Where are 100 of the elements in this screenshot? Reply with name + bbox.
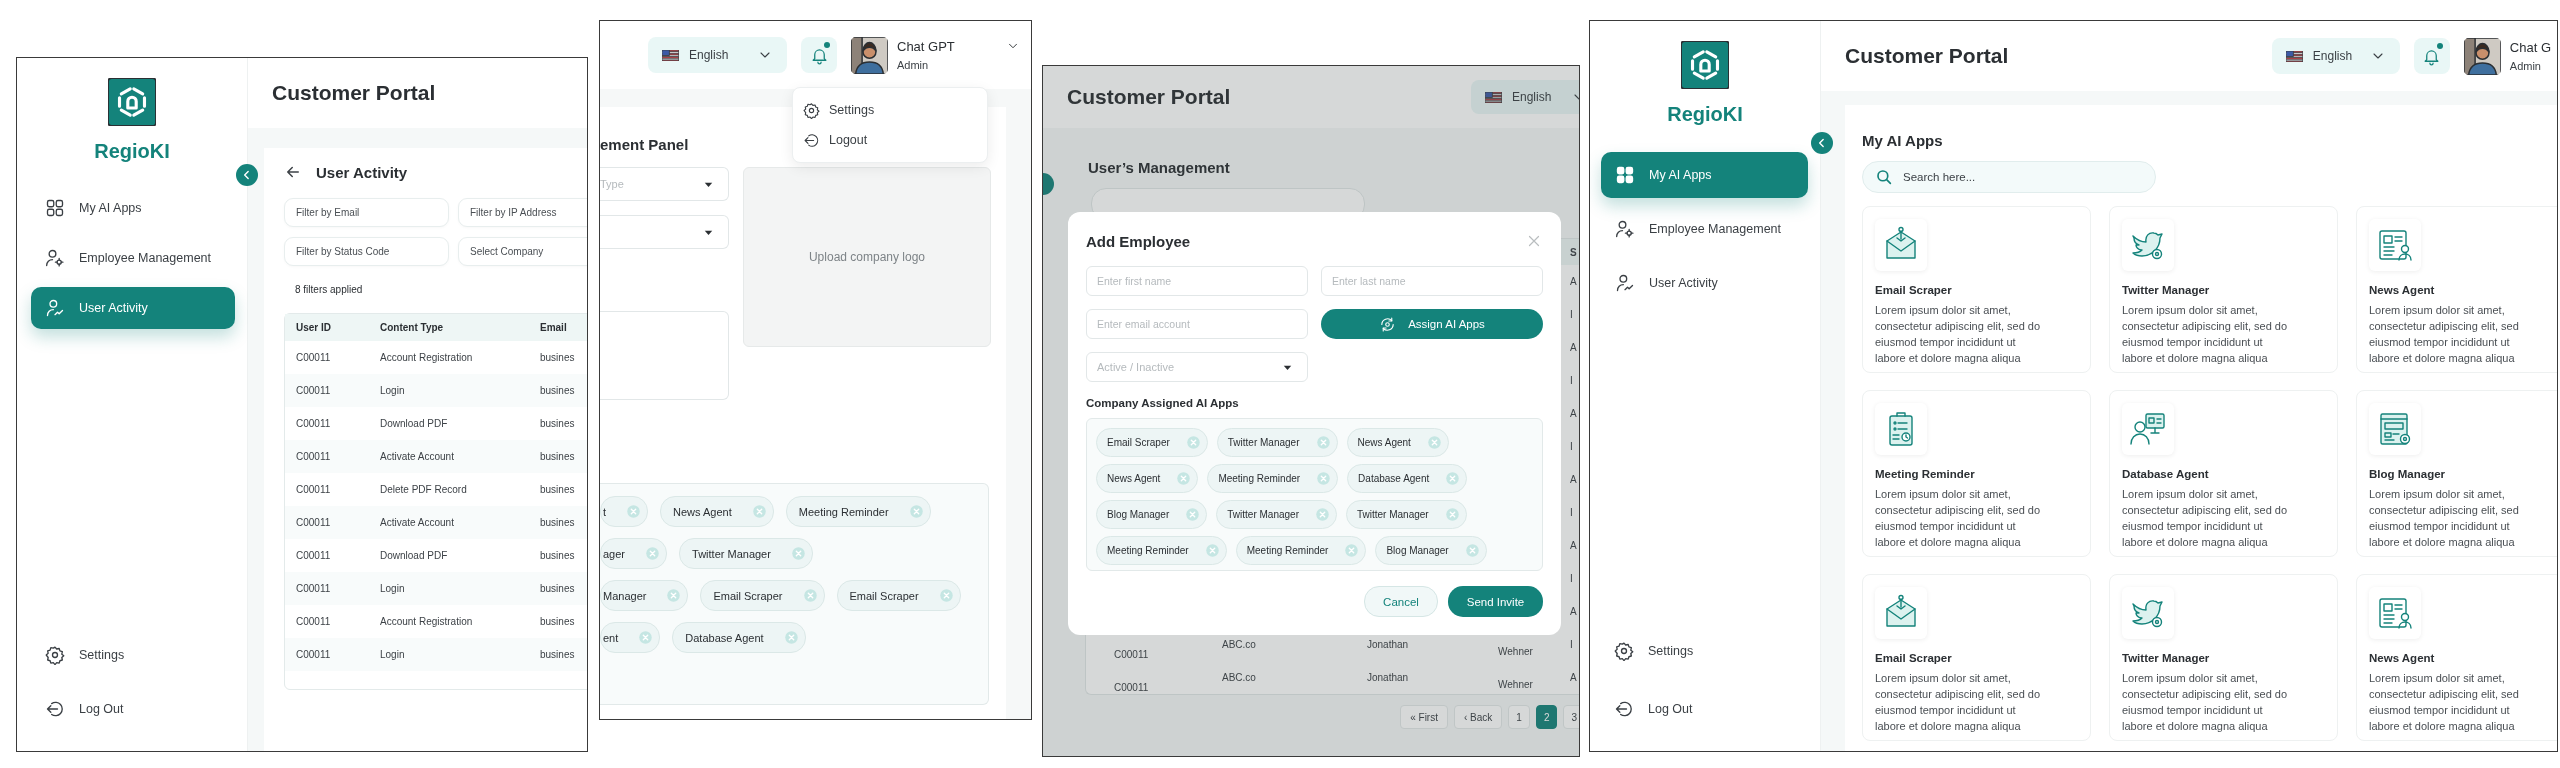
table-cell-text: Login xyxy=(380,649,406,660)
upload-area[interactable]: Upload company logo xyxy=(743,167,991,347)
settings-button[interactable]: Settings xyxy=(1614,639,1820,663)
table-cell-text: I xyxy=(1570,507,1574,518)
app-card[interactable]: Twitter Manager Lorem ipsum dolor sit amet, consectetur adipiscing elit, sed do eiusmod tempor incididunt ut labore et dolore magna aliqua xyxy=(2109,206,2338,373)
settings-button[interactable]: Settings xyxy=(45,643,247,667)
nav-item[interactable]: Employee Management xyxy=(1601,206,1808,252)
brand-name: RegioKI xyxy=(1667,103,1743,126)
app-name: Database Agent xyxy=(2122,468,2210,480)
logout-button[interactable]: Log Out xyxy=(45,697,247,721)
language-dropdown[interactable]: English xyxy=(648,37,787,73)
page-button[interactable]: 3 xyxy=(1563,705,1579,729)
column-header: User ID xyxy=(296,322,332,333)
app-card[interactable]: Email Scraper Lorem ipsum dolor sit amet, consectetur adipiscing elit, sed do eiusmod tempor incididunt ut labore et dolore magna aliqua xyxy=(1862,206,2091,373)
app-card[interactable]: Email Scraper Lorem ipsum dolor sit amet, consectetur adipiscing elit, sed do eiusmod tempor incididunt ut labore et dolore magna aliqua xyxy=(1862,574,2091,741)
filter-field[interactable]: Filter by Email xyxy=(284,198,449,227)
app-name: Email Scraper xyxy=(1875,652,1953,664)
app-name: Twitter Manager xyxy=(2122,652,2211,664)
table-cell-text: ABC.co xyxy=(1222,672,1257,683)
table-cell-text: Wehner xyxy=(1497,645,1534,657)
search-input[interactable]: Search here... xyxy=(1901,170,2105,184)
table-cell-text: C00011 xyxy=(296,517,332,528)
menu-item[interactable]: Settings xyxy=(803,98,977,122)
search-field[interactable]: Search here... xyxy=(1862,161,2156,193)
previous-page-button[interactable]: ‹ Back xyxy=(1453,705,1503,729)
table-cell-text: C00011 xyxy=(296,616,332,627)
tag-label: Meeting Reminder xyxy=(1218,473,1301,484)
app-card[interactable]: Meeting Reminder Lorem ipsum dolor sit amet, consectetur adipiscing elit, sed do eiusmod tempor incididunt ut labore et dolore magna aliqua xyxy=(1862,390,2091,557)
app-name: News Agent xyxy=(2369,652,2436,664)
table-cell-text: A xyxy=(1570,474,1578,485)
nav-item[interactable]: My AI Apps xyxy=(31,187,235,229)
nav-item[interactable]: My AI Apps xyxy=(1601,152,1808,198)
table-cell-text: busines xyxy=(540,517,576,528)
table-cell-text: C00011 xyxy=(296,385,332,396)
app-description: Lorem ipsum dolor sit amet, consectetur adipiscing elit, sed do eiusmod tempor incididunt ut labore et dolore magna aliqua xyxy=(2122,487,2289,550)
nav-item[interactable]: User Activity xyxy=(31,287,235,329)
brand-name: RegioKI xyxy=(94,140,170,163)
table-cell-text: busines xyxy=(540,352,576,363)
filter-field[interactable]: Select Company xyxy=(458,237,587,266)
app-description: Lorem ipsum dolor sit amet, consectetur adipiscing elit, sed do eiusmod tempor incididunt ut labore et dolore magna aliqua xyxy=(1875,303,2042,366)
tag-label: News Agent xyxy=(1357,437,1411,448)
table-cell-text: Account Registration xyxy=(380,352,474,363)
logout-button[interactable]: Log Out xyxy=(1614,697,1820,721)
tag-label: Email Scraper xyxy=(1107,437,1170,448)
page-title: Customer Portal xyxy=(272,81,436,105)
text-field[interactable]: Enter first name xyxy=(1086,266,1308,296)
user-role: Admin xyxy=(2509,60,2542,72)
tag-label: Database Agent xyxy=(685,631,764,644)
table-cell-text: C00011 xyxy=(296,649,332,660)
table-cell-text: A xyxy=(1570,540,1578,551)
app-card[interactable]: Twitter Manager Lorem ipsum dolor sit amet, consectetur adipiscing elit, sed do eiusmod tempor incididunt ut labore et dolore magna aliqua xyxy=(2109,574,2338,741)
section-title: My AI Apps xyxy=(1862,131,1944,151)
column-header: Email xyxy=(540,322,568,333)
filter-field[interactable]: Filter by Status Code xyxy=(284,237,449,266)
section-title: User’s Management xyxy=(1088,159,1231,176)
first-page-button[interactable]: « First xyxy=(1400,705,1448,729)
table-cell-text: A xyxy=(1570,342,1578,353)
filter-field[interactable]: Filter by IP Address xyxy=(458,198,587,227)
tag-label: Meeting Reminder xyxy=(1246,545,1329,556)
app-card[interactable]: News Agent Lorem ipsum dolor sit amet, consectetur adipiscing elit, sed eiusmod tempor incididunt ut labore et dolore magna aliqua xyxy=(2356,206,2557,373)
menu-item[interactable]: Logout xyxy=(803,128,977,152)
app-card[interactable]: Database Agent Lorem ipsum dolor sit amet, consectetur adipiscing elit, sed do eiusmod tempor incididunt ut labore et dolore magna aliqua xyxy=(2109,390,2338,557)
tag-label: News Agent xyxy=(673,505,732,518)
assign-button[interactable]: Assign AI Apps xyxy=(1321,309,1543,339)
table-cell-text: C00011 xyxy=(296,352,332,363)
table-cell-text: A xyxy=(1570,672,1578,683)
table-cell-text: Wehner xyxy=(1497,678,1534,690)
tag-label: Email Scraper xyxy=(713,589,783,602)
text-field[interactable]: Enter email account xyxy=(1086,309,1308,339)
user-name: Chat G xyxy=(2509,40,2551,55)
language-dropdown[interactable]: English xyxy=(1471,80,1579,114)
nav-item[interactable]: User Activity xyxy=(1601,260,1808,306)
table-cell-text: A xyxy=(1570,606,1578,617)
table-cell-text: C00011 xyxy=(296,418,332,429)
app-description: Lorem ipsum dolor sit amet, consectetur adipiscing elit, sed do eiusmod tempor incididunt ut labore et dolore magna aliqua xyxy=(1875,671,2042,734)
send-invite-button[interactable]: Send Invite xyxy=(1448,586,1543,617)
tag-label: Blog Manager xyxy=(1386,545,1449,556)
table-cell-text: C00011 xyxy=(296,451,332,462)
app-card[interactable]: News Agent Lorem ipsum dolor sit amet, consectetur adipiscing elit, sed eiusmod tempor incididunt ut labore et dolore magna aliqua xyxy=(2356,574,2557,741)
app-card[interactable]: Blog Manager Lorem ipsum dolor sit amet, consectetur adipiscing elit, sed eiusmod tempor incididunt ut labore et dolore magna aliqua xyxy=(2356,390,2557,557)
tag-label: Blog Manager xyxy=(1107,509,1170,520)
language-dropdown[interactable]: English xyxy=(2271,38,2400,74)
cancel-button[interactable]: Cancel xyxy=(1364,586,1438,617)
table-cell-text: C00011 xyxy=(1113,648,1150,660)
app-description: Lorem ipsum dolor sit amet, consectetur adipiscing elit, sed eiusmod tempor incididunt ut labore et dolore magna aliqua xyxy=(2369,487,2520,550)
app-description: Lorem ipsum dolor sit amet, consectetur adipiscing elit, sed do eiusmod tempor incididunt ut labore et dolore magna aliqua xyxy=(2122,671,2289,734)
tag-label: News Agent xyxy=(1107,473,1161,484)
table-cell-text: I xyxy=(1570,441,1574,452)
page-button[interactable]: 1 xyxy=(1508,705,1530,729)
tag-label: ager xyxy=(603,547,626,560)
section-title: User Activity xyxy=(316,163,408,181)
table-cell-text: Activate Account xyxy=(380,517,455,528)
text-field[interactable]: Enter last name xyxy=(1321,266,1543,296)
table-cell-text: Activate Account xyxy=(380,451,455,462)
page-button[interactable]: 2 xyxy=(1535,705,1558,729)
app-name: Twitter Manager xyxy=(2122,284,2211,296)
table-cell-text: A xyxy=(1570,408,1578,419)
nav-item[interactable]: Employee Management xyxy=(31,237,235,279)
table-cell-text: Download PDF xyxy=(380,550,449,561)
tag-label: Twitter Manager xyxy=(1356,509,1429,520)
